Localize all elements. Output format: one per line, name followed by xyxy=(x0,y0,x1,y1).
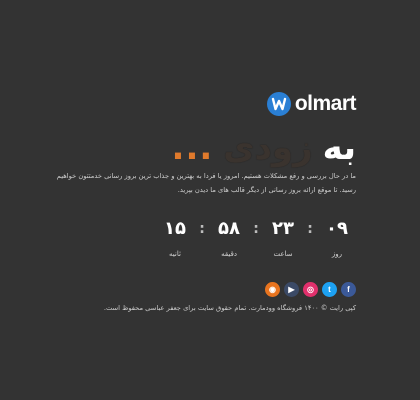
page-title: به زودی ... xyxy=(172,126,356,170)
brand-logo[interactable]: olmart xyxy=(265,90,357,118)
days-value: ۰۹ xyxy=(326,218,348,239)
countdown-timer: ۰۹ : ۲۳ : ۵۸ : ۱۵ روز ساعت دقیقه ثانیه xyxy=(156,218,356,258)
description-line-1: ما در حال بررسی و رفع مشکلات هستیم. امرو… xyxy=(56,172,356,180)
hours-label: ساعت xyxy=(273,250,293,258)
minutes-label: دقیقه xyxy=(221,250,237,258)
social-links: f t ◎ ▶ ◉ xyxy=(265,282,356,297)
countdown-days: ۰۹ xyxy=(318,218,356,240)
facebook-icon[interactable]: f xyxy=(341,282,356,297)
description: ما در حال بررسی و رفع مشکلات هستیم. امرو… xyxy=(56,169,356,197)
days-label: روز xyxy=(331,250,343,258)
countdown-separator: : xyxy=(199,221,205,237)
youtube-icon[interactable]: ▶ xyxy=(284,282,299,297)
logo-mark-icon xyxy=(266,92,291,116)
copyright-text: کپی رایت © ۱۴۰۰ فروشگاه وودمارت. تمام حق… xyxy=(103,304,356,312)
seconds-label: ثانیه xyxy=(169,250,181,258)
title-dots: ... xyxy=(171,128,214,168)
hours-value: ۲۳ xyxy=(272,218,294,239)
seconds-value: ۱۵ xyxy=(164,218,186,239)
countdown-separator: : xyxy=(253,221,259,237)
rss-icon[interactable]: ◉ xyxy=(265,282,280,297)
title-word: به xyxy=(322,128,356,168)
title-soon-word: زودی xyxy=(223,128,313,168)
minutes-value: ۵۸ xyxy=(218,218,240,239)
coming-soon-page: olmart به زودی ... ما در حال بررسی و رفع… xyxy=(0,0,420,400)
countdown-separator: : xyxy=(307,221,313,237)
twitter-icon[interactable]: t xyxy=(322,282,337,297)
countdown-seconds: ۱۵ xyxy=(156,218,194,240)
countdown-minutes: ۵۸ xyxy=(210,218,248,240)
brand-name: olmart xyxy=(294,92,357,115)
description-line-2: رسید. تا موقع ارائه بروز رسانی از دیگر ق… xyxy=(177,186,356,194)
instagram-icon[interactable]: ◎ xyxy=(303,282,318,297)
countdown-hours: ۲۳ xyxy=(264,218,302,240)
